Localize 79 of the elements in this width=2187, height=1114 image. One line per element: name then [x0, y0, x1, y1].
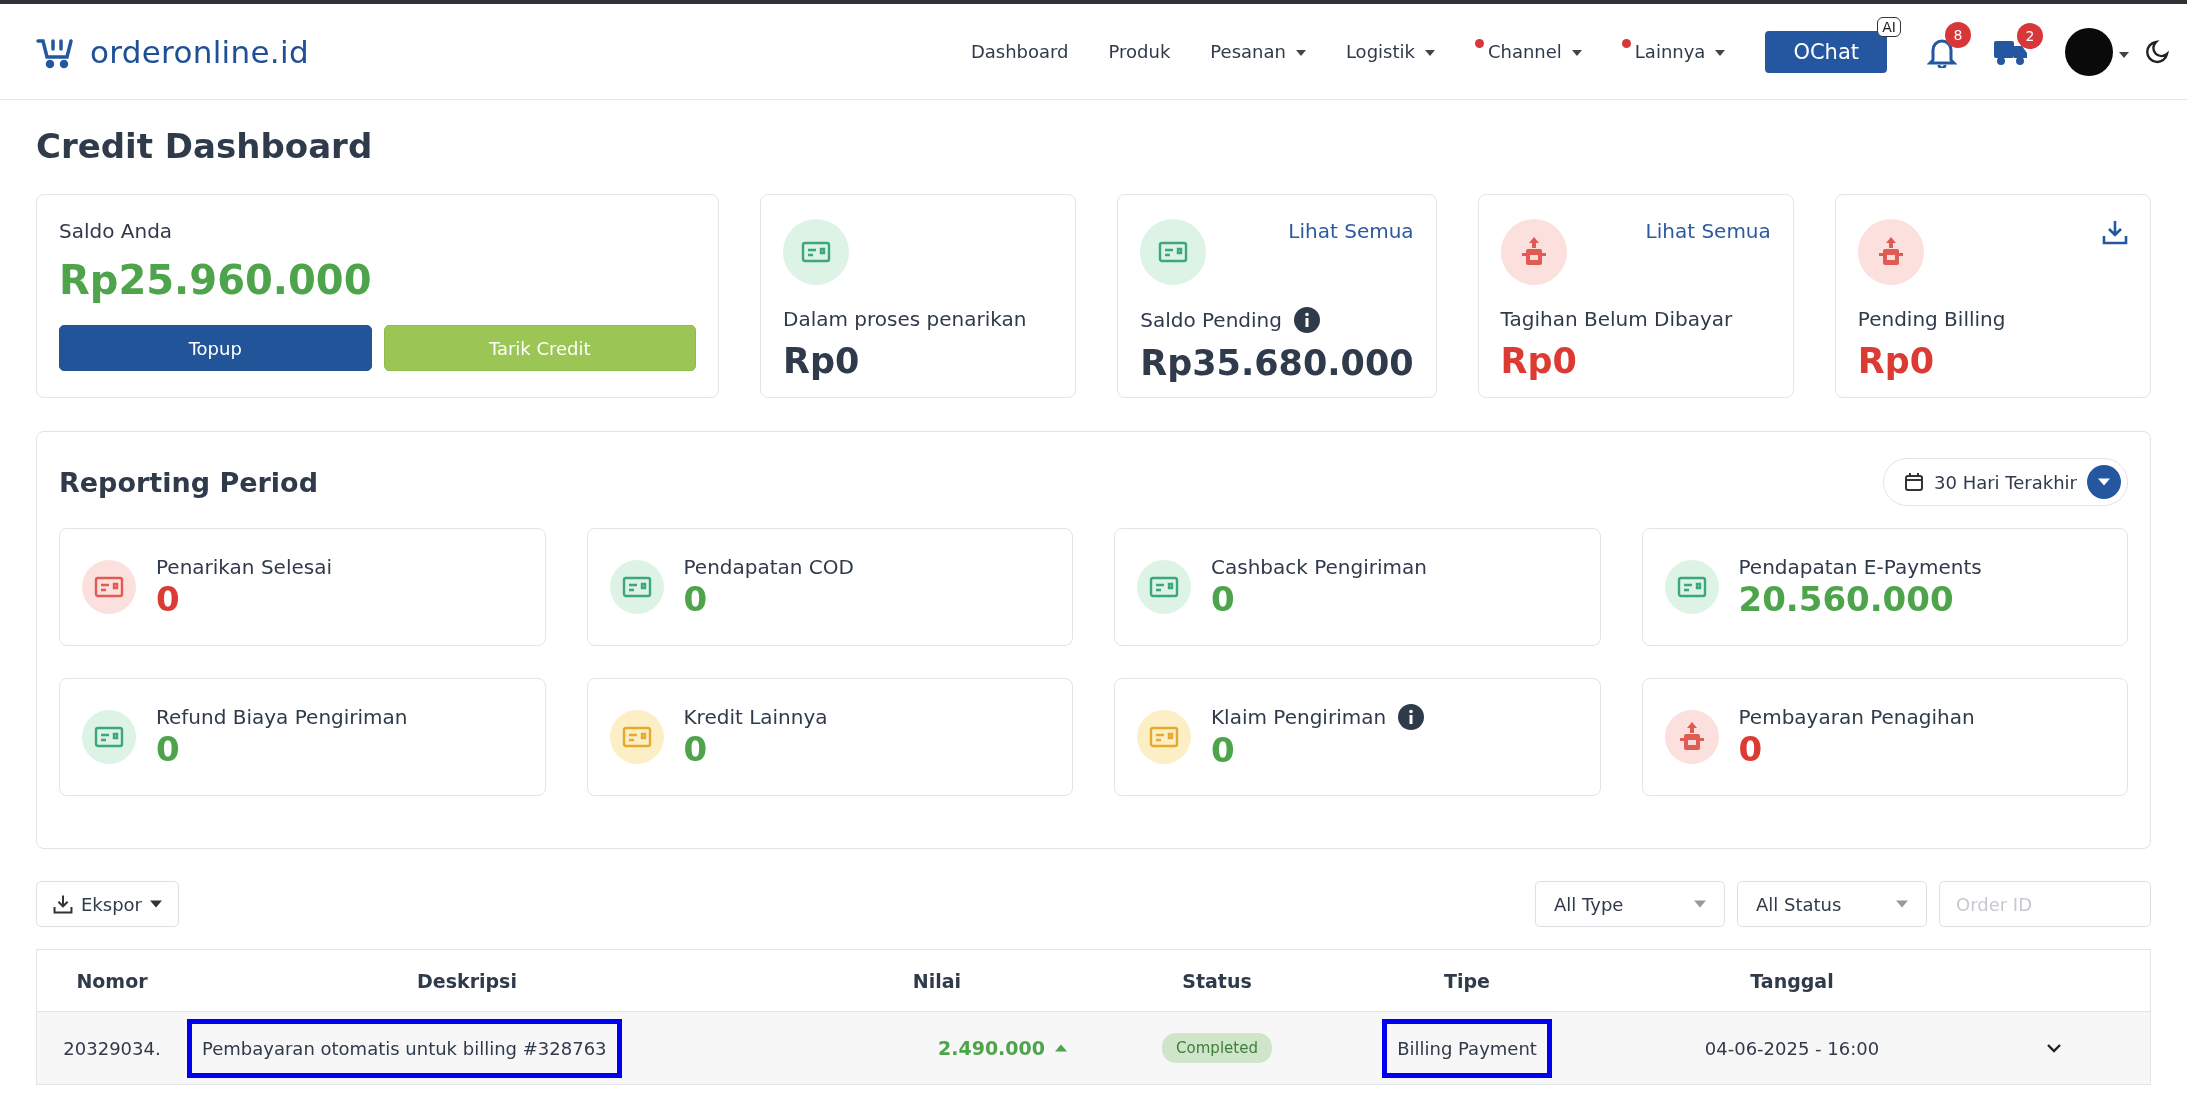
column-header: Nomor [75, 969, 149, 992]
stat-label: Pembayaran Penagihan [1738, 705, 1975, 729]
filter-select[interactable]: All Type [1535, 881, 1725, 927]
stat-label: Refund Biaya Pengiriman [156, 705, 408, 729]
stat-label: Klaim Pengiriman [1211, 705, 1387, 729]
nav-link[interactable]: Channel [1474, 41, 1582, 62]
stat-label: Pendapatan E-Payments [1738, 555, 1982, 579]
caret-icon [150, 900, 162, 908]
card-label: Tagihan Belum Dibayar [1500, 307, 1733, 331]
moon-icon[interactable] [2145, 38, 2171, 65]
download-icon[interactable] [2102, 219, 2128, 245]
notification-dot [1474, 39, 1484, 48]
column-header: Status [1181, 969, 1253, 992]
card-amount: Rp35.680.000 [1140, 343, 1414, 383]
notification-dot [1621, 39, 1631, 48]
nav-link[interactable]: Produk [1108, 41, 1171, 62]
info-icon[interactable] [1293, 307, 1320, 333]
stat-label: Kredit Lainnya [683, 705, 828, 729]
caret-icon [2087, 465, 2121, 499]
count-badge: 2 [2017, 22, 2043, 49]
table-cell: 04-06-2025 - 16:00 [1704, 1037, 1880, 1059]
count-badge: 8 [1945, 21, 1971, 48]
stat-value: 0 [156, 579, 181, 619]
avatar[interactable] [2065, 27, 2113, 76]
logo-text: orderonline.id [90, 33, 309, 70]
caret-icon [2119, 50, 2129, 60]
stat-label: Pendapatan COD [683, 555, 854, 579]
highlighted-cell: Pembayaran otomatis untuk billing #328763 [187, 1018, 622, 1078]
order-id-input[interactable]: Order ID [1939, 881, 2151, 927]
column-header: Tipe [1443, 969, 1491, 992]
caret-icon [1295, 48, 1306, 58]
see-all-link[interactable]: Lihat Semua [1645, 219, 1771, 243]
stat-value: 0 [1211, 579, 1236, 619]
caret-icon [1571, 48, 1582, 58]
download-icon [53, 894, 73, 914]
stat-value: 0 [1738, 729, 1764, 769]
column-header: Nilai [911, 969, 963, 992]
calendar-icon [1904, 472, 1924, 492]
card-amount: Rp0 [1857, 341, 1936, 381]
card-label: Dalam proses penarikan [783, 307, 1027, 331]
card-label: Pending Billing [1857, 307, 2006, 331]
bill-icon [1664, 710, 1719, 764]
table-row[interactable]: 20329034. Pembayaran otomatis untuk billing #328763 2.490.000 Completed Billing Payment 04-06-2025 - 16:00 [37, 1012, 2150, 1084]
ai-badge: AI [1877, 16, 1901, 37]
card-amount: Rp0 [1500, 341, 1578, 381]
filter-select[interactable]: All Status [1737, 881, 1927, 927]
value-cell: 2.490.000 [938, 1037, 1067, 1059]
card-label: Saldo Anda [59, 219, 174, 243]
see-all-link[interactable]: Lihat Semua [1288, 219, 1414, 243]
highlighted-cell: Billing Payment [1382, 1018, 1552, 1078]
stat-label: Penarikan Selesai [156, 555, 332, 579]
balance-amount: Rp25.960.000 [59, 257, 373, 303]
card-amount: Rp0 [783, 341, 861, 381]
caret-icon [1715, 48, 1726, 58]
column-header: Deskripsi [416, 969, 518, 992]
caret-icon [1424, 48, 1435, 58]
nav-link[interactable]: Lainnya [1621, 41, 1726, 62]
stat-value: 0 [1211, 730, 1236, 770]
table-cell: 20329034. [63, 1037, 161, 1059]
export-button[interactable]: Ekspor [36, 881, 179, 927]
info-icon[interactable] [1398, 704, 1425, 730]
caret-icon [1896, 900, 1908, 908]
caret-icon [1694, 900, 1706, 908]
nav-link[interactable]: Dashboard [970, 41, 1069, 62]
stat-value: 0 [156, 729, 181, 769]
status-badge: Completed [1162, 1033, 1272, 1063]
section-title: Reporting Period [59, 466, 318, 498]
action-button[interactable]: Topup [59, 325, 372, 371]
nav-link[interactable]: Logistik [1345, 41, 1435, 62]
page-title: Credit Dashboard [36, 126, 374, 166]
stat-value: 0 [683, 729, 709, 769]
card-icon [609, 560, 664, 614]
card-label: Saldo Pending [1140, 308, 1282, 332]
nav-link[interactable]: Pesanan [1210, 41, 1306, 62]
stat-label: Cashback Pengiriman [1211, 555, 1427, 579]
period-dropdown[interactable]: 30 Hari Terakhir [1883, 458, 2128, 506]
stat-value: 20.560.000 [1738, 579, 1955, 619]
column-header: Tanggal [1749, 969, 1835, 992]
stat-value: 0 [683, 579, 709, 619]
